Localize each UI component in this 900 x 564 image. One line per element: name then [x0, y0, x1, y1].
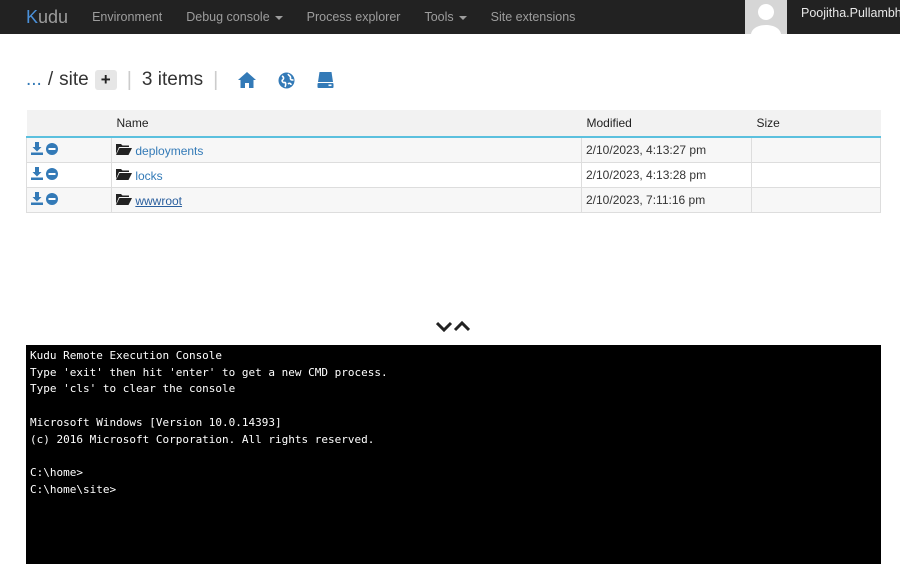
nav-site-extensions[interactable]: Site extensions	[479, 10, 588, 24]
breadcrumb-parent[interactable]: ...	[26, 69, 42, 91]
name-cell: deployments	[111, 136, 582, 163]
nav-environment[interactable]: Environment	[80, 10, 174, 24]
breadcrumb-current: site	[59, 69, 89, 90]
folder-link[interactable]: locks	[135, 169, 162, 183]
chevron-down-up-icon	[435, 320, 471, 333]
file-table: Name Modified Size deployments 2/10/2023…	[26, 110, 881, 213]
nav-process-explorer[interactable]: Process explorer	[295, 10, 413, 24]
avatar[interactable]	[745, 0, 787, 34]
caret-down-icon	[274, 15, 283, 20]
row-actions	[26, 136, 112, 163]
globe-icon[interactable]	[275, 69, 297, 91]
breadcrumb: ... / site + | 3 items |	[26, 64, 345, 96]
brand-logo[interactable]: Kudu	[26, 7, 68, 28]
modified-cell: 2/10/2023, 4:13:27 pm	[581, 136, 752, 163]
remove-circle-icon[interactable]	[46, 143, 59, 158]
size-header[interactable]: Size	[751, 110, 881, 138]
table-header-row: Name Modified Size	[26, 110, 881, 138]
top-navbar: Kudu Environment Debug console Process e…	[0, 0, 900, 34]
row-actions	[26, 187, 112, 213]
remote-execution-console[interactable]: Kudu Remote Execution Console Type 'exit…	[26, 345, 881, 564]
table-row: wwwroot 2/10/2023, 7:11:16 pm	[26, 187, 881, 213]
item-count: 3 items	[141, 69, 204, 90]
download-icon[interactable]	[31, 192, 43, 208]
actions-header	[26, 110, 112, 138]
hard-drive-icon[interactable]	[314, 69, 336, 91]
remove-circle-icon[interactable]	[46, 193, 59, 208]
folder-open-icon	[116, 143, 132, 158]
nav-debug-console[interactable]: Debug console	[174, 10, 294, 24]
caret-down-icon	[458, 15, 467, 20]
size-cell	[751, 136, 881, 163]
download-icon[interactable]	[31, 167, 43, 183]
folder-link[interactable]: deployments	[135, 144, 203, 158]
add-folder-button[interactable]: +	[94, 70, 117, 90]
folder-open-icon	[116, 193, 132, 208]
modified-header[interactable]: Modified	[581, 110, 752, 138]
table-row: deployments 2/10/2023, 4:13:27 pm	[26, 136, 881, 163]
folder-open-icon	[116, 168, 132, 183]
name-cell: locks	[111, 162, 582, 188]
nav-tools[interactable]: Tools	[412, 10, 478, 24]
resize-handle[interactable]	[435, 319, 471, 337]
user-name[interactable]: Poojitha.Pullambha	[801, 0, 900, 34]
modified-cell: 2/10/2023, 7:11:16 pm	[581, 187, 752, 213]
size-cell	[751, 187, 881, 213]
divider: |	[213, 68, 219, 91]
modified-cell: 2/10/2023, 4:13:28 pm	[581, 162, 752, 188]
size-cell	[751, 162, 881, 188]
row-actions	[26, 162, 112, 188]
name-cell: wwwroot	[111, 187, 582, 213]
table-row: locks 2/10/2023, 4:13:28 pm	[26, 162, 881, 188]
folder-link[interactable]: wwwroot	[135, 194, 182, 208]
name-header[interactable]: Name	[111, 110, 582, 138]
download-icon[interactable]	[31, 142, 43, 158]
breadcrumb-slash: /	[47, 69, 54, 90]
divider: |	[126, 68, 132, 91]
home-icon[interactable]	[236, 69, 258, 91]
remove-circle-icon[interactable]	[46, 168, 59, 183]
user-avatar-icon	[751, 4, 781, 34]
